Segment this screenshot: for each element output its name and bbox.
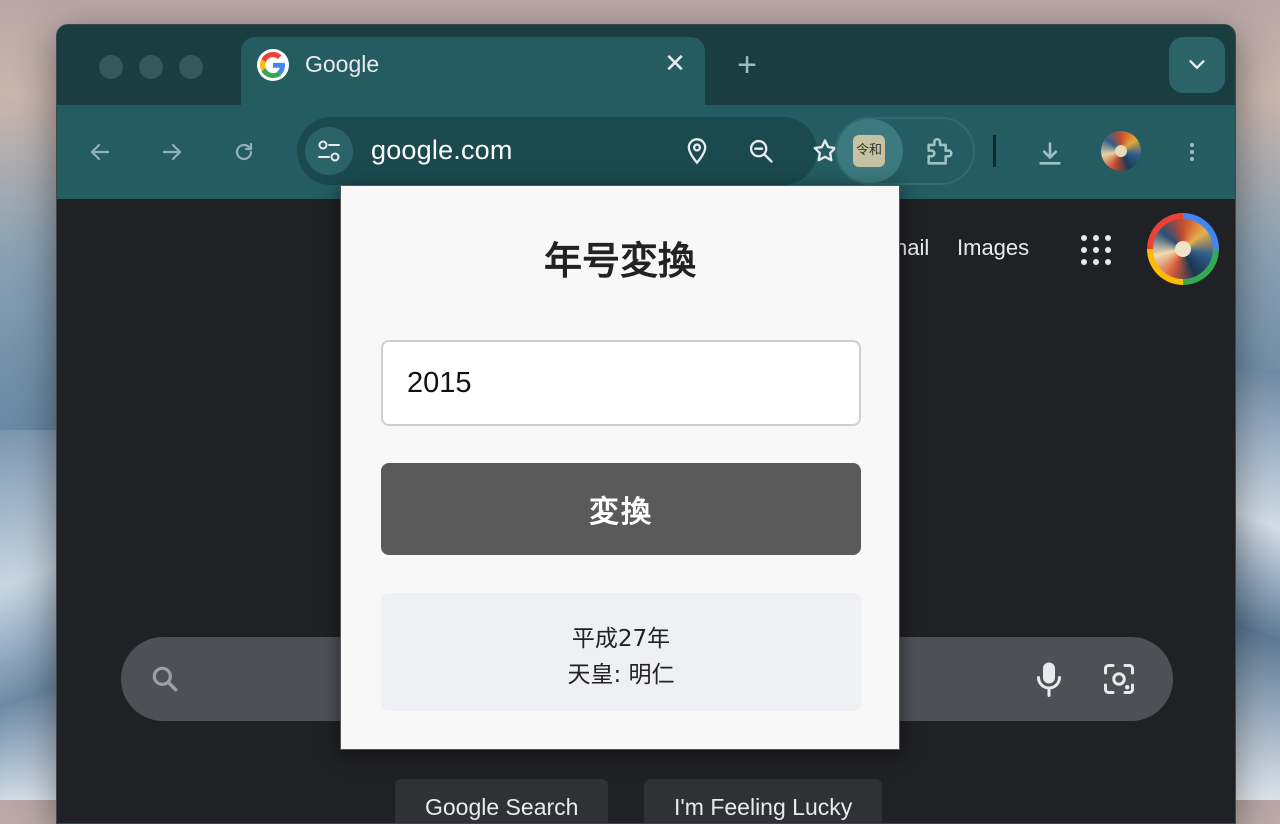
zoom-button[interactable]	[743, 133, 779, 169]
location-icon	[687, 138, 707, 165]
back-button[interactable]	[77, 129, 123, 175]
tab-search-button[interactable]	[1169, 37, 1225, 93]
era-extension-icon: 令和	[853, 135, 885, 167]
window-close-dot[interactable]	[99, 55, 123, 79]
result-emperor: 天皇: 明仁	[567, 662, 675, 688]
menu-button[interactable]	[1169, 129, 1215, 175]
result-era: 平成27年	[571, 626, 671, 652]
search-icon	[152, 666, 178, 692]
popup-title: 年号変換	[543, 239, 696, 283]
mic-icon[interactable]	[1031, 659, 1067, 699]
feeling-lucky-button[interactable]: I'm Feeling Lucky	[644, 779, 883, 823]
images-link[interactable]: Images	[957, 235, 1029, 261]
era-converter-popup: 年号変換 変換 平成27年 天皇: 明仁	[340, 185, 900, 750]
zoom-out-icon	[749, 139, 773, 163]
lens-icon[interactable]	[1101, 661, 1137, 697]
new-tab-button[interactable]: +	[729, 47, 765, 83]
account-avatar[interactable]	[1147, 213, 1219, 285]
tab-title: Google	[305, 51, 380, 77]
year-input[interactable]	[381, 340, 861, 426]
more-vert-icon	[1190, 143, 1194, 161]
forward-arrow-icon	[162, 143, 182, 161]
site-info-icon	[318, 140, 340, 162]
back-arrow-icon	[90, 143, 110, 161]
convert-button[interactable]: 変換	[381, 463, 861, 555]
window-zoom-dot[interactable]	[179, 55, 203, 79]
chevron-down-icon	[1189, 60, 1205, 69]
gmail-link[interactable]: nail	[895, 235, 929, 261]
google-search-button[interactable]: Google Search	[395, 779, 609, 823]
location-button[interactable]	[679, 133, 715, 169]
address-bar[interactable]: google.com	[297, 117, 837, 185]
extensions-group: 令和	[835, 117, 975, 185]
site-info-button[interactable]	[305, 127, 353, 175]
window-minimize-dot[interactable]	[139, 55, 163, 79]
toolbar-divider	[993, 135, 996, 167]
reload-icon	[235, 142, 253, 161]
downloads-button[interactable]	[1025, 129, 1071, 175]
tab-close-icon[interactable]: ✕	[659, 47, 691, 79]
profile-avatar[interactable]	[1101, 131, 1141, 171]
reload-button[interactable]	[221, 129, 267, 175]
tab-strip: Google ✕ +	[57, 25, 1235, 105]
result-box: 平成27年 天皇: 明仁	[381, 593, 861, 711]
era-converter-extension-button[interactable]: 令和	[837, 119, 903, 183]
forward-button[interactable]	[149, 129, 195, 175]
url-text: google.com	[371, 135, 513, 165]
download-icon	[1039, 142, 1061, 165]
google-g-icon	[257, 49, 289, 81]
tab-google[interactable]: Google ✕	[241, 37, 705, 105]
apps-grid-icon[interactable]	[1081, 235, 1113, 267]
extensions-puzzle-icon[interactable]	[923, 135, 957, 169]
